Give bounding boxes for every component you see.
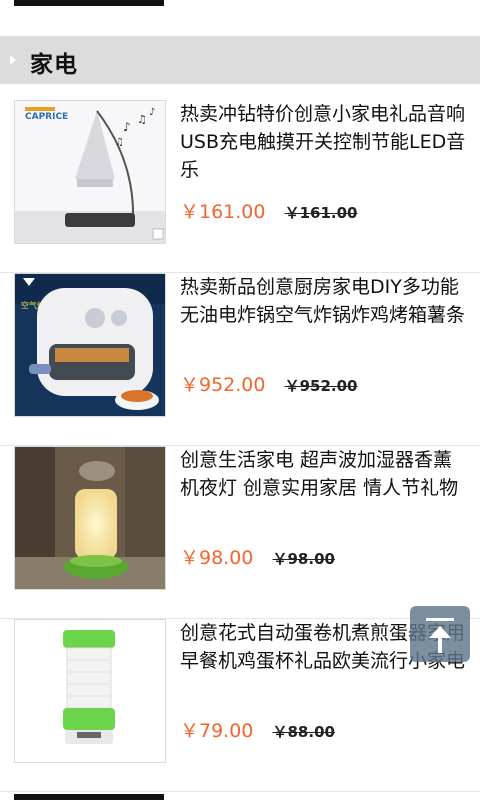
svg-text:♫: ♫ [115, 137, 124, 148]
product-name[interactable]: 创意生活家电 超声波加湿器香薰机夜灯 创意实用家居 情人节礼物 [180, 446, 468, 502]
price-row: ￥952.00 ￥952.00 [180, 370, 357, 400]
product-image[interactable] [14, 446, 166, 590]
original-price: ￥952.00 [284, 377, 358, 395]
product-item[interactable]: 创意生活家电 超声波加湿器香薰机夜灯 创意实用家居 情人节礼物 ￥98.00 ￥… [0, 446, 480, 619]
section-header[interactable]: 家电 [0, 36, 480, 84]
back-to-top-button[interactable] [410, 606, 470, 662]
current-price: ￥952.00 [180, 374, 266, 396]
original-price: ￥161.00 [284, 204, 358, 222]
original-price: ￥88.00 [272, 723, 335, 741]
arrow-stem [438, 637, 442, 653]
price-row: ￥79.00 ￥88.00 [180, 716, 335, 746]
product-image[interactable]: 空气炸锅 [14, 273, 166, 417]
triangle-right-icon [10, 55, 16, 65]
brand-logo-text: CAPRICE [25, 112, 68, 122]
product-item[interactable]: 空气炸锅 热卖新品创意厨房家电DIY多功能无油电炸锅空气炸锅炸鸡烤箱薯条 ￥95… [0, 273, 480, 446]
svg-text:♪: ♪ [149, 107, 155, 118]
current-price: ￥79.00 [180, 720, 254, 742]
previous-item-bottom-edge [14, 0, 164, 6]
product-item[interactable]: CAPRICE ♪ ♫ ♪ ♫ 热卖冲钻特价创意小家电礼品音响USB充电触摸开关… [0, 100, 480, 273]
svg-text:♪: ♪ [123, 120, 131, 134]
section-title: 家电 [30, 52, 78, 78]
next-item-top-edge [14, 794, 164, 800]
price-row: ￥98.00 ￥98.00 [180, 543, 335, 573]
current-price: ￥161.00 [180, 201, 266, 223]
product-item[interactable]: 创意花式自动蛋卷机煮煎蛋器家用早餐机鸡蛋杯礼品欧美流行小家电 ￥79.00 ￥8… [0, 619, 480, 792]
original-price: ￥98.00 [272, 550, 335, 568]
product-image[interactable]: CAPRICE ♪ ♫ ♪ ♫ [14, 100, 166, 244]
product-name[interactable]: 热卖冲钻特价创意小家电礼品音响USB充电触摸开关控制节能LED音乐 [180, 100, 468, 184]
arrow-up-to-top-icon [426, 618, 454, 621]
price-row: ￥161.00 ￥161.00 [180, 197, 357, 227]
product-name[interactable]: 热卖新品创意厨房家电DIY多功能无油电炸锅空气炸锅炸鸡烤箱薯条 [180, 273, 468, 329]
product-image[interactable] [14, 619, 166, 763]
svg-text:♫: ♫ [137, 113, 147, 126]
current-price: ￥98.00 [180, 547, 254, 569]
